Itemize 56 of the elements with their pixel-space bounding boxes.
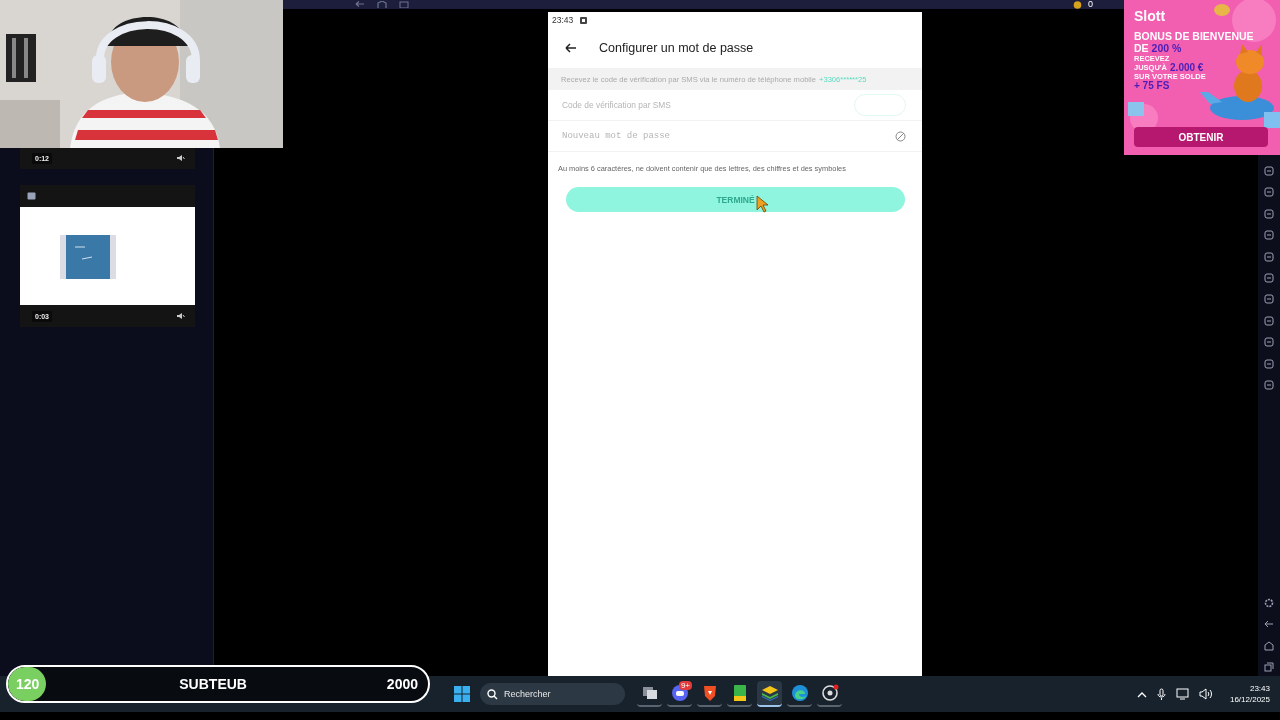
back-arrow-icon[interactable] [1264, 619, 1274, 630]
screen-title: Configurer un mot de passe [599, 41, 754, 55]
ad-text: 2.000 € [1170, 63, 1204, 72]
clock-date: 16/12/2025 [1229, 694, 1270, 705]
mouse-cursor-icon [756, 195, 770, 213]
coin-icon [1073, 0, 1082, 9]
windows-start-icon[interactable] [454, 686, 470, 702]
settings-icon[interactable] [1264, 597, 1274, 608]
home-icon[interactable] [377, 1, 387, 8]
brand-logo: Slott [1134, 8, 1166, 24]
goal-label: SUBTEUB [179, 676, 247, 692]
image-icon [27, 192, 36, 200]
toolbar-icon[interactable] [1264, 294, 1274, 305]
search-icon [487, 688, 498, 700]
window-icon[interactable] [399, 1, 409, 8]
clock-time: 23:43 [1249, 683, 1270, 694]
speaker-icon[interactable] [176, 312, 185, 320]
chevron-up-icon[interactable] [1136, 690, 1147, 698]
coin-count: 0 [1088, 0, 1093, 9]
toolbar-icon[interactable] [1264, 251, 1274, 262]
taskbar-app[interactable]: 9+ [667, 681, 692, 707]
volume-icon[interactable] [1198, 688, 1212, 700]
obtain-button[interactable]: OBTENIR [1134, 127, 1268, 147]
toolbar-icon[interactable] [1264, 208, 1274, 219]
copy-icon[interactable] [1264, 662, 1274, 672]
toolbar-icon[interactable] [1264, 315, 1274, 326]
toolbar-icon[interactable] [1264, 379, 1274, 390]
toolbar-icon[interactable] [1264, 230, 1274, 241]
ad-text: + 75 FS [1134, 81, 1170, 90]
goal-target: 2000 [386, 676, 418, 692]
toolbar-icon[interactable] [1264, 358, 1274, 369]
microphone-icon[interactable] [1156, 688, 1166, 700]
aperture-icon [820, 684, 839, 702]
browser-icon [790, 684, 809, 702]
code-field[interactable]: Code de vérification par SMS [560, 100, 810, 110]
status-time: 23:43 [552, 15, 574, 25]
search-field[interactable]: Rechercher [480, 683, 625, 705]
notification-badge: 9+ [678, 681, 692, 690]
notification-icon [580, 16, 588, 24]
toolbar-icon[interactable] [1264, 337, 1274, 348]
chat-bubble-icon [670, 684, 689, 702]
stacked-windows-icon [640, 684, 659, 702]
toolbar-icon[interactable] [1264, 166, 1274, 176]
layers-icon [760, 684, 779, 702]
toolbar-icon[interactable] [1264, 272, 1274, 283]
ad-text: 200 % [1151, 42, 1182, 54]
taskbar-app[interactable] [757, 681, 782, 707]
speaker-icon[interactable] [176, 154, 185, 162]
home-icon[interactable] [1264, 640, 1274, 651]
goal-current: 120 [16, 676, 40, 692]
eye-off-icon[interactable] [895, 130, 906, 142]
back-arrow-icon[interactable] [565, 43, 577, 53]
password-field[interactable]: Nouveau mot de passe [560, 131, 810, 141]
ad-text: DE [1134, 42, 1149, 54]
toolbar-icon[interactable] [1264, 187, 1274, 198]
ad-text: BONUS DE BIENVENUE [1134, 30, 1254, 42]
